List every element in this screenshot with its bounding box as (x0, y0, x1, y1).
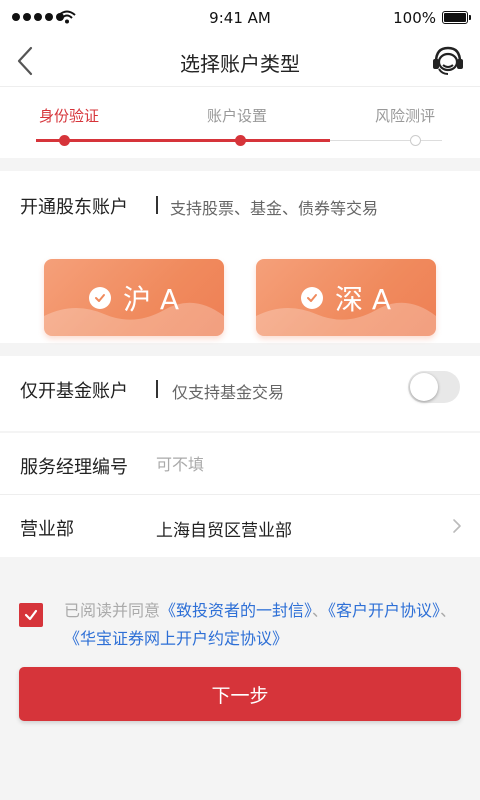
chevron-right-icon (453, 519, 461, 533)
agreement-separator: 、 (312, 601, 329, 620)
progress-line-remaining (330, 140, 442, 141)
link-investor-letter[interactable]: 《致投资者的一封信》 (160, 601, 312, 620)
title-divider (156, 196, 158, 214)
chevron-left-icon (17, 46, 33, 76)
check-icon (24, 609, 38, 621)
status-bar: 9:41 AM 100% (0, 0, 480, 36)
manager-number-input[interactable] (156, 451, 456, 477)
step-label-risk: 风险测评 (375, 107, 436, 125)
customer-service-button[interactable] (430, 44, 466, 78)
back-button[interactable] (12, 44, 42, 78)
toggle-knob (410, 373, 438, 401)
wave-decoration (256, 302, 436, 336)
page-title: 选择账户类型 (180, 52, 300, 76)
step-label-account: 账户设置 (207, 107, 268, 125)
agreement-text: 已阅读并同意《致投资者的一封信》、《客户开户协议》、《华宝证券网上开户约定协议》 (64, 597, 464, 653)
fund-title: 仅开基金账户 (20, 381, 128, 402)
battery-percent: 100% (393, 9, 436, 27)
market-button-sh-a[interactable]: 沪 A (44, 259, 224, 336)
agreement-prefix: 已阅读并同意 (64, 601, 161, 620)
branch-selector[interactable] (0, 495, 480, 557)
manager-label: 服务经理编号 (20, 457, 128, 478)
step-label-identity: 身份验证 (39, 107, 100, 125)
manager-branch-section: 服务经理编号 营业部 上海自贸区营业部 (0, 433, 480, 557)
agreement-checkbox[interactable] (19, 603, 43, 627)
shareholder-subtitle: 支持股票、基金、债券等交易 (170, 199, 379, 218)
battery-icon (442, 11, 471, 24)
wave-decoration (44, 302, 224, 336)
shareholder-account-section: 开通股东账户 支持股票、基金、债券等交易 沪 A 深 A (0, 171, 480, 343)
next-button[interactable]: 下一步 (19, 667, 461, 721)
fund-account-toggle[interactable] (408, 371, 460, 403)
title-divider (156, 380, 158, 398)
step-progress: 身份验证 账户设置 风险测评 (0, 86, 480, 158)
step-dot-account (235, 135, 246, 146)
fund-account-section: 仅开基金账户 仅支持基金交易 (0, 356, 480, 431)
market-button-sz-a[interactable]: 深 A (256, 259, 436, 336)
agreement-separator: 、 (440, 601, 457, 620)
fund-subtitle: 仅支持基金交易 (172, 383, 285, 402)
link-customer-agreement[interactable]: 《客户开户协议》 (328, 601, 440, 620)
nav-bar: 选择账户类型 (0, 36, 480, 86)
progress-line-complete (36, 139, 330, 142)
shareholder-title: 开通股东账户 (20, 197, 128, 218)
customer-service-icon (433, 46, 463, 75)
link-online-account-agreement[interactable]: 《华宝证券网上开户约定协议》 (64, 629, 288, 648)
step-dot-risk (410, 135, 421, 146)
step-dot-identity (59, 135, 70, 146)
